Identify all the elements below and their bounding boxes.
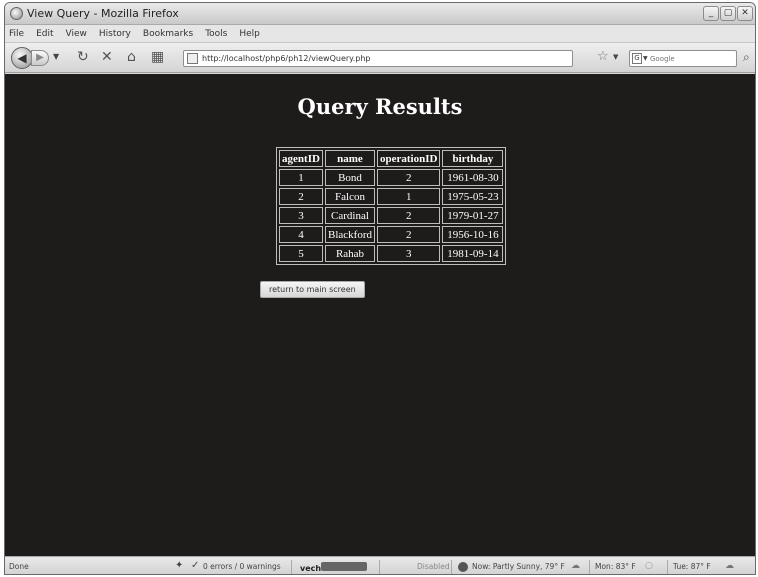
column-header-agentid: agentID [279,150,323,167]
menu-help[interactable]: Help [239,29,260,39]
firefox-icon [10,7,23,20]
cell-birthday: 1981-09-14 [442,245,504,262]
menu-tools[interactable]: Tools [205,29,227,39]
search-engine-icon[interactable]: G [632,53,642,64]
window-title: View Query - Mozilla Firefox [27,7,179,20]
forecast-mon[interactable]: Mon: 83° F [595,562,636,571]
weather-now[interactable]: Now: Partly Sunny, 79° F [472,562,565,571]
column-header-name: name [325,150,375,167]
home-icon[interactable]: ⌂ [127,49,136,65]
page-favicon-icon [187,53,198,64]
navigation-toolbar: ◀ ▶ ▼ ↻ ✕ ⌂ ▦ ☆ ▼ G ▼ ⌕ [5,43,755,73]
vech-toolbar-icon[interactable] [321,562,367,571]
menu-view[interactable]: View [66,29,87,39]
cell-name: Blackford [325,226,375,243]
table-row: 1 Bond 2 1961-08-30 [279,169,504,186]
table-row: 2 Falcon 1 1975-05-23 [279,188,504,205]
close-button[interactable]: ✕ [737,6,753,21]
cell-birthday: 1961-08-30 [442,169,504,186]
status-divider [667,560,668,574]
cell-operationid: 2 [376,169,441,186]
cell-agentid: 3 [279,207,323,224]
cloud-icon: ☁ [725,561,734,571]
back-button[interactable]: ◀ [11,47,33,69]
cell-agentid: 4 [279,226,323,243]
browser-window: View Query - Mozilla Firefox _ ▢ ✕ File … [4,2,756,575]
forward-button[interactable]: ▶ [31,50,49,66]
cell-agentid: 1 [279,169,323,186]
cell-operationid: 1 [376,188,441,205]
cell-name: Cardinal [325,207,375,224]
disabled-label: Disabled [417,562,450,571]
maximize-button[interactable]: ▢ [720,6,736,21]
search-icon[interactable]: ⌕ [743,50,750,65]
forecast-tue[interactable]: Tue: 87° F [673,562,711,571]
status-divider [451,560,452,574]
status-bar: Done ✦ ✓ 0 errors / 0 warnings vech Disa… [5,556,755,574]
search-input[interactable] [650,52,734,65]
menu-bar: File Edit View History Bookmarks Tools H… [5,25,755,43]
page-tools-icon[interactable]: ▦ [151,49,164,65]
status-divider [291,560,292,574]
cell-operationid: 2 [376,226,441,243]
address-bar[interactable] [183,50,573,67]
validator-check-icon[interactable]: ✓ [191,560,199,571]
cell-birthday: 1956-10-16 [442,226,504,243]
menu-bookmarks[interactable]: Bookmarks [143,29,193,39]
forward-arrow-icon: ▶ [36,52,44,63]
sun-icon: ○ [645,561,653,571]
column-header-birthday: birthday [442,150,504,167]
page-title: Query Results [297,94,463,119]
cell-operationid: 3 [376,245,441,262]
url-dropdown-icon[interactable]: ▼ [613,53,618,61]
column-header-operationid: operationID [376,150,441,167]
cell-name: Rahab [325,245,375,262]
title-bar: View Query - Mozilla Firefox _ ▢ ✕ [5,3,755,25]
status-divider [589,560,590,574]
menu-history[interactable]: History [99,29,131,39]
cell-birthday: 1975-05-23 [442,188,504,205]
table-row: 4 Blackford 2 1956-10-16 [279,226,504,243]
table-row: 3 Cardinal 2 1979-01-27 [279,207,504,224]
cloud-icon: ☁ [571,561,580,571]
cell-operationid: 2 [376,207,441,224]
addon-gear-icon[interactable]: ✦ [175,560,183,571]
cell-name: Falcon [325,188,375,205]
menu-edit[interactable]: Edit [36,29,53,39]
table-row: 5 Rahab 3 1981-09-14 [279,245,504,262]
url-input[interactable] [202,52,562,65]
table-header-row: agentID name operationID birthday [279,150,504,167]
minimize-button[interactable]: _ [703,6,719,21]
page-viewport: Query Results agentID name operationID b… [5,74,755,556]
results-table: agentID name operationID birthday 1 Bond… [276,147,507,265]
search-box[interactable]: G ▼ [629,50,737,67]
validator-status[interactable]: 0 errors / 0 warnings [203,562,281,571]
bookmark-star-icon[interactable]: ☆ [597,49,609,64]
weather-icon[interactable] [458,562,468,572]
menu-file[interactable]: File [9,29,24,39]
cell-agentid: 5 [279,245,323,262]
search-engine-dropdown-icon[interactable]: ▼ [643,55,648,62]
cell-agentid: 2 [279,188,323,205]
cell-name: Bond [325,169,375,186]
reload-icon[interactable]: ↻ [77,49,89,65]
status-text: Done [9,562,29,571]
return-to-main-button[interactable]: return to main screen [260,281,365,298]
history-dropdown-icon[interactable]: ▼ [53,52,59,61]
window-controls: _ ▢ ✕ [703,6,753,21]
status-divider [379,560,380,574]
back-arrow-icon: ◀ [17,51,27,65]
cell-birthday: 1979-01-27 [442,207,504,224]
stop-icon[interactable]: ✕ [101,49,113,65]
